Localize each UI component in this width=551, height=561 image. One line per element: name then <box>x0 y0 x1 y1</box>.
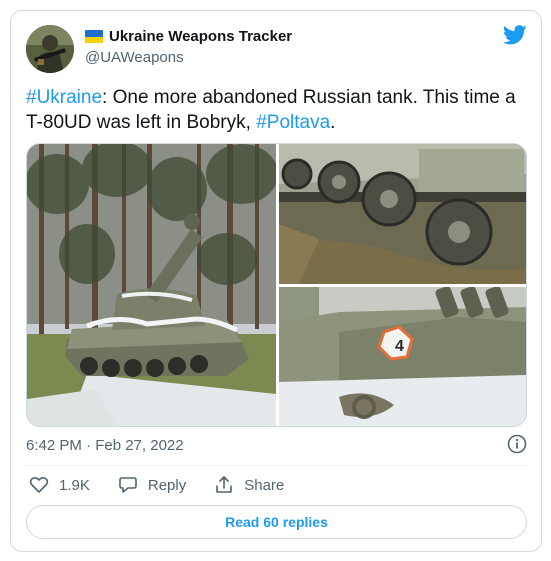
reply-button[interactable]: Reply <box>118 475 186 495</box>
share-icon <box>216 476 233 493</box>
reply-label: Reply <box>147 476 187 494</box>
avatar[interactable] <box>26 25 74 73</box>
account-handle[interactable]: @UAWeapons <box>85 49 184 66</box>
info-icon[interactable] <box>507 434 527 454</box>
heart-icon <box>29 476 49 493</box>
divider <box>26 465 526 466</box>
display-name[interactable]: Ukraine Weapons Tracker <box>109 28 292 45</box>
read-replies-button[interactable]: Read 60 replies <box>26 505 527 539</box>
tweet-text: #Ukraine: One more abandoned Russian tan… <box>26 85 531 135</box>
tweet-card: Ukraine Weapons Tracker @UAWeapons #Ukra… <box>10 10 542 552</box>
tank-tracks-photo[interactable] <box>279 144 526 284</box>
tweet-text-part2: . <box>330 112 336 133</box>
tank-forest-image <box>27 144 276 426</box>
hashtag-ukraine-link[interactable]: #Ukraine <box>26 87 102 108</box>
ukraine-flag-icon <box>85 30 103 43</box>
action-bar: 1.9K Reply Share <box>29 475 312 495</box>
like-button[interactable]: 1.9K <box>29 475 90 495</box>
like-count: 1.9K <box>59 476 90 494</box>
reply-bubble-icon <box>119 477 137 493</box>
tank-forest-photo[interactable] <box>27 144 276 426</box>
twitter-bird-icon[interactable] <box>503 25 527 45</box>
share-button[interactable]: Share <box>214 475 284 495</box>
turret-number: 4 <box>395 338 404 355</box>
tweet-timestamp[interactable]: 6:42 PM · Feb 27, 2022 <box>26 437 184 454</box>
soldier-avatar-icon <box>26 25 74 73</box>
tank-turret-photo[interactable]: 4 <box>279 287 526 426</box>
media-grid: 4 <box>26 143 527 427</box>
tank-turret-image: 4 <box>279 287 526 426</box>
share-label: Share <box>244 476 285 494</box>
tank-tracks-image <box>279 144 526 284</box>
name-row[interactable]: Ukraine Weapons Tracker <box>85 28 292 45</box>
hashtag-poltava-link[interactable]: #Poltava <box>256 112 330 133</box>
